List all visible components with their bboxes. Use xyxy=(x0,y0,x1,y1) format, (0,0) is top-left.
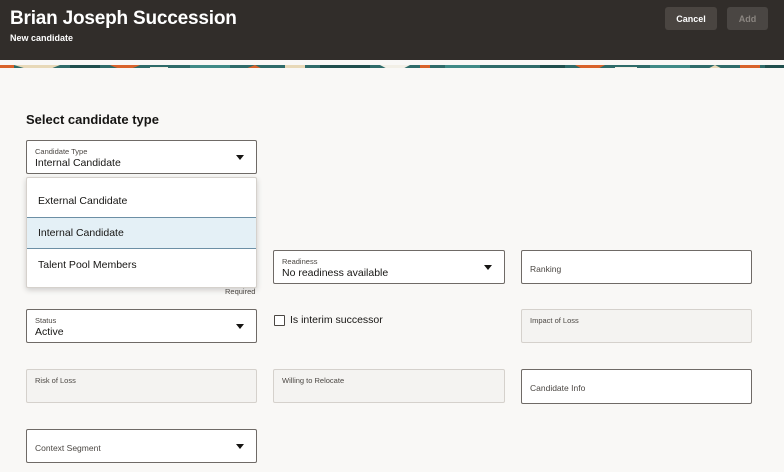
readiness-value: No readiness available xyxy=(282,267,389,279)
candidate-info-placeholder: Candidate Info xyxy=(530,383,586,393)
chevron-down-icon xyxy=(484,265,492,270)
risk-of-loss-label: Risk of Loss xyxy=(35,376,76,385)
decorative-banner xyxy=(0,60,784,68)
add-button[interactable]: Add xyxy=(727,7,768,30)
chevron-down-icon xyxy=(236,324,244,329)
context-segment-placeholder: Context Segment xyxy=(35,443,101,453)
option-internal-candidate[interactable]: Internal Candidate xyxy=(27,217,256,249)
section-title: Select candidate type xyxy=(26,112,159,127)
context-segment-select[interactable]: Context Segment xyxy=(26,429,257,463)
required-hint: Required xyxy=(225,287,256,296)
interim-successor-checkbox[interactable]: Is interim successor xyxy=(274,314,383,326)
checkbox-box[interactable] xyxy=(274,314,285,326)
candidate-info-input[interactable]: Candidate Info xyxy=(521,369,752,404)
cancel-button[interactable]: Cancel xyxy=(665,7,717,30)
page-header: Brian Joseph Succession New candidate Ca… xyxy=(0,0,784,60)
status-value: Active xyxy=(35,326,64,338)
page-title: Brian Joseph Succession xyxy=(10,8,237,29)
candidate-type-value: Internal Candidate xyxy=(35,157,121,169)
readiness-label: Readiness xyxy=(282,257,318,266)
status-select[interactable]: Status Active xyxy=(26,309,257,343)
chevron-down-icon xyxy=(236,155,244,160)
risk-of-loss-field: Risk of Loss xyxy=(26,369,257,403)
page-subtitle: New candidate xyxy=(10,33,74,43)
ranking-placeholder: Ranking xyxy=(530,264,562,274)
willing-to-relocate-field: Willing to Relocate xyxy=(273,369,505,403)
willing-to-relocate-label: Willing to Relocate xyxy=(282,376,345,385)
banner-pattern-icon xyxy=(0,65,784,68)
ranking-input[interactable]: Ranking xyxy=(521,250,752,284)
candidate-type-select[interactable]: Candidate Type Internal Candidate xyxy=(26,140,257,174)
candidate-type-dropdown: External Candidate Internal Candidate Ta… xyxy=(26,177,257,288)
chevron-down-icon xyxy=(236,444,244,449)
candidate-type-label: Candidate Type xyxy=(35,147,88,156)
impact-of-loss-field: Impact of Loss xyxy=(521,309,752,343)
option-external-candidate[interactable]: External Candidate xyxy=(27,185,256,217)
status-label: Status xyxy=(35,316,57,325)
interim-successor-label: Is interim successor xyxy=(290,314,383,326)
impact-of-loss-label: Impact of Loss xyxy=(530,316,579,325)
option-talent-pool-members[interactable]: Talent Pool Members xyxy=(27,249,256,281)
readiness-select[interactable]: Readiness No readiness available xyxy=(273,250,505,284)
